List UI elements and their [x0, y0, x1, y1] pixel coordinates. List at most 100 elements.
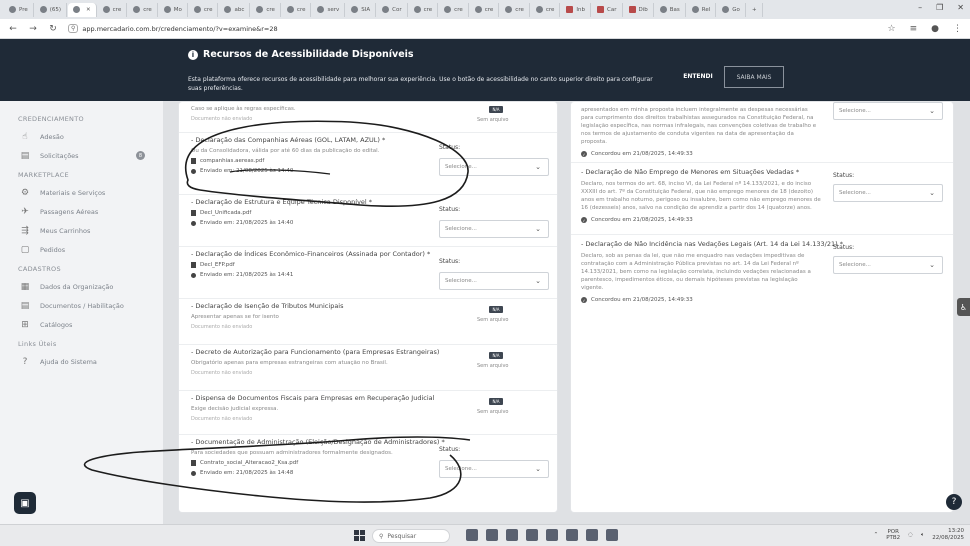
browser-tab[interactable]: cre [439, 2, 469, 17]
accept-button[interactable]: ENTENDI [678, 69, 718, 83]
browser-tab[interactable]: abc [219, 2, 251, 17]
help-icon: ? [22, 356, 28, 367]
bookmark-star-icon[interactable]: ☆ [888, 24, 896, 34]
browser-tab[interactable]: cre [531, 2, 561, 17]
browser-tab[interactable]: Mo [159, 2, 188, 17]
file-name: Decl_Unificada.pdf [200, 210, 252, 216]
browser-tab[interactable]: (65) [35, 2, 68, 17]
forward-icon[interactable]: → [28, 24, 38, 34]
status-select[interactable]: Selecione... ⌄ [439, 220, 549, 238]
tab-favicon-icon [73, 6, 81, 13]
browser-tab[interactable]: Inb [561, 2, 592, 17]
sent-date: Enviado em: 21/08/2025 às 14:40 [200, 168, 294, 174]
explorer-icon[interactable] [526, 529, 538, 541]
browser-tab[interactable]: Car [592, 2, 623, 17]
browser-tab[interactable]: cre [409, 2, 439, 17]
browser-tab[interactable]: cre [282, 2, 312, 17]
tab-favicon-icon [597, 6, 605, 13]
chat-icon[interactable]: ▣ [14, 492, 36, 514]
status-label: Status: [439, 206, 461, 213]
sidebar-item[interactable]: ▤ Solicitações 8 [0, 148, 163, 163]
sidebar-item[interactable]: ▢ Pedidos [0, 242, 163, 257]
tab-label: cre [203, 6, 213, 13]
reload-icon[interactable]: ↻ [48, 24, 58, 34]
browser-tab[interactable]: cre [98, 2, 128, 17]
store-icon[interactable] [546, 529, 558, 541]
sidebar-section-title: MARKETPLACE [18, 171, 69, 179]
menu-icon[interactable]: ⋮ [953, 24, 962, 34]
file-link[interactable]: Decl_EFP.pdf [191, 262, 545, 268]
sidebar-section-title: CADASTROS [18, 265, 61, 273]
tab-close-icon[interactable]: ✕ [86, 7, 91, 13]
back-icon[interactable]: ← [8, 24, 18, 34]
edge-icon[interactable] [606, 529, 618, 541]
extensions-icon[interactable]: ≡ [910, 24, 918, 34]
browser-tab[interactable]: SIA [346, 2, 377, 17]
browser-tab[interactable]: Dib [624, 2, 654, 17]
sidebar-item[interactable]: ▦ Dados da Organização [0, 279, 163, 294]
banner-title: i Recursos de Acessibilidade Disponíveis [188, 49, 414, 60]
browser-tab[interactable]: Cor [377, 2, 408, 17]
status-select[interactable]: Selecione... ⌄ [439, 272, 549, 290]
tab-favicon-icon [256, 6, 264, 13]
browser-tab[interactable]: cre [189, 2, 219, 17]
volume-icon[interactable]: 🔈︎ [921, 532, 924, 539]
clock[interactable]: 13:20 22/08/2025 [932, 528, 964, 542]
chrome-icon[interactable] [506, 529, 518, 541]
na-badge: N/A [489, 306, 503, 313]
file-explorer-icon[interactable] [486, 529, 498, 541]
tab-label: Bas [669, 6, 680, 13]
url-field[interactable]: ⚲ app.mercadario.com.br/credenciamento/?… [68, 24, 278, 33]
tray-chevron-icon[interactable]: ⌃ [874, 532, 879, 538]
accessibility-side-tab[interactable]: ♿ [957, 298, 970, 316]
tab-favicon-icon [691, 6, 699, 13]
browser-tab[interactable]: Rel [687, 2, 717, 17]
sidebar-item[interactable]: ⚙ Materiais e Serviços [0, 185, 163, 200]
browser-tab[interactable]: cre [251, 2, 281, 17]
mail-icon[interactable] [566, 529, 578, 541]
maximize-icon[interactable]: ❐ [936, 3, 943, 12]
status-select[interactable]: Selecione... ⌄ [439, 158, 549, 176]
browser-tab[interactable]: cre [128, 2, 158, 17]
plane-icon: ✈ [21, 206, 29, 217]
browser-tab[interactable]: serv [312, 2, 346, 17]
file-link[interactable]: Decl_Unificada.pdf [191, 210, 545, 216]
chevron-down-icon: ⌄ [929, 189, 935, 197]
browser-tab[interactable]: cre [500, 2, 530, 17]
taskbar-search[interactable]: ⚲ Pesquisar [372, 529, 450, 543]
sidebar-item[interactable]: ⊞ Catálogos [0, 317, 163, 332]
orders-icon: ▢ [20, 244, 30, 255]
browser-tab[interactable]: Go [717, 2, 746, 17]
file-name: Decl_EFP.pdf [200, 262, 235, 268]
not-sent-warning: Documento não enviado [191, 416, 253, 422]
learn-more-button[interactable]: SAIBA MAIS [724, 66, 784, 88]
help-float-button[interactable]: ? [946, 494, 962, 510]
photos-icon[interactable] [586, 529, 598, 541]
browser-tab[interactable]: Pre [4, 2, 34, 17]
browser-tab-bar: Pre (65) ✕ cre cre Mo cre abc cre cre serv SIA Cor cr… [0, 0, 970, 19]
sidebar-item[interactable]: ⇶ Meus Carrinhos [0, 223, 163, 238]
weather-icon[interactable] [466, 529, 478, 541]
site-info-icon[interactable]: ⚲ [68, 24, 79, 33]
status-select[interactable]: Selecione... ⌄ [833, 102, 943, 120]
status-select[interactable]: Selecione... ⌄ [833, 184, 943, 202]
browser-tab[interactable]: ✕ [68, 2, 97, 17]
browser-tab[interactable]: cre [470, 2, 500, 17]
minimize-icon[interactable]: – [918, 3, 922, 12]
sidebar-item-label: Materiais e Serviços [40, 188, 106, 197]
status-select[interactable]: Selecione... ⌄ [439, 460, 549, 478]
language-indicator[interactable]: POR PTB2 [886, 529, 900, 541]
tab-label: cre [484, 6, 494, 13]
close-icon[interactable]: ✕ [957, 3, 964, 12]
tab-favicon-icon [413, 6, 421, 13]
sidebar-item[interactable]: ▤ Documentos / Habilitação [0, 298, 163, 313]
status-select[interactable]: Selecione... ⌄ [833, 256, 943, 274]
new-tab-button[interactable]: + [747, 2, 763, 17]
sidebar-item[interactable]: ☝ Adesão [0, 129, 163, 144]
windows-start-icon[interactable] [354, 530, 365, 541]
browser-tab[interactable]: Bas [655, 2, 686, 17]
sidebar-item[interactable]: ✈ Passagens Aéreas [0, 204, 163, 219]
network-icon[interactable]: ◌ [908, 532, 913, 538]
sidebar-item[interactable]: ? Ajuda do Sistema [0, 354, 163, 369]
profile-avatar[interactable]: ● [931, 24, 939, 34]
